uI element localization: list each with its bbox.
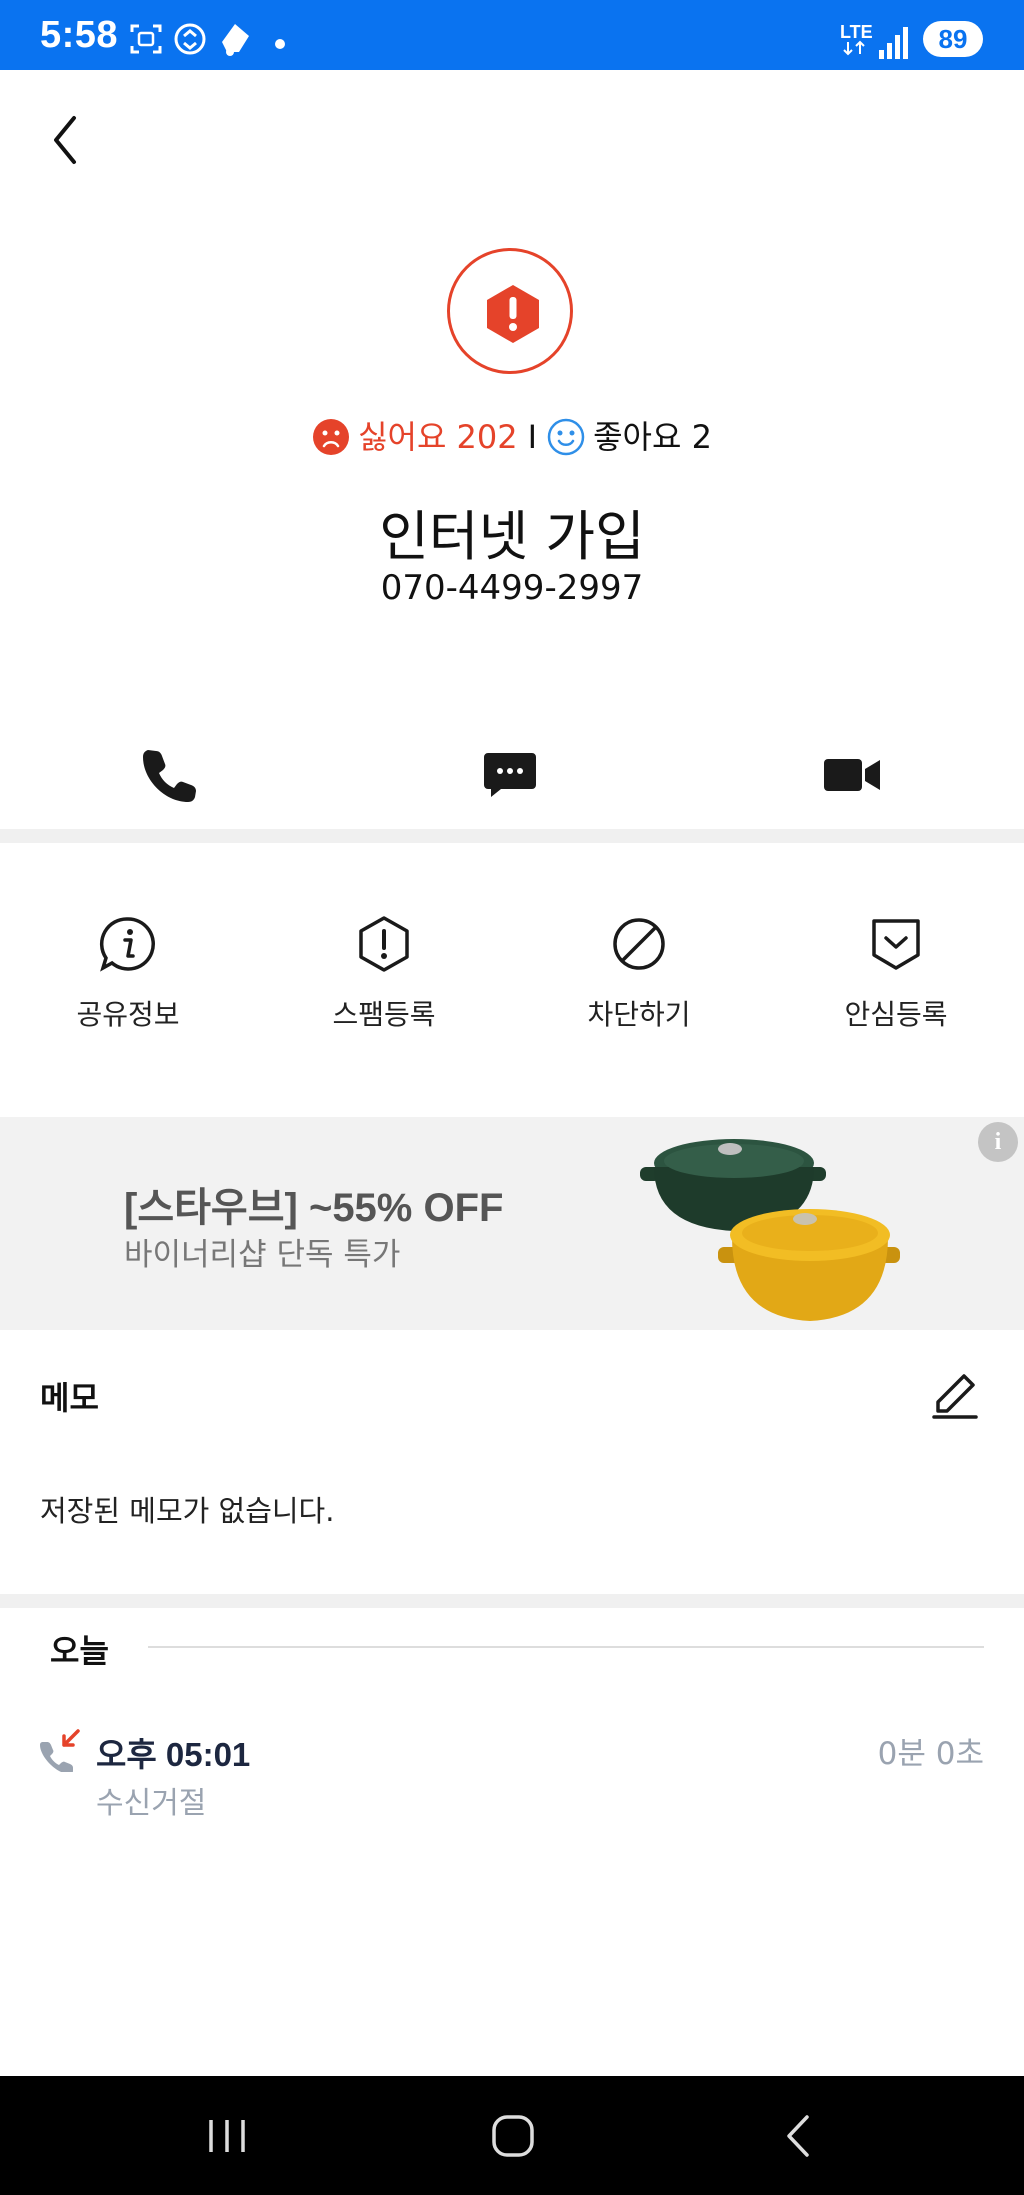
back-icon (787, 2115, 809, 2157)
rating-row: 싫어요 202 I 좋아요 2 (0, 410, 1024, 462)
screenshot-icon (130, 24, 162, 54)
phone-icon (143, 750, 196, 802)
block-icon (613, 918, 665, 970)
contact-name: 인터넷 가입 (379, 505, 645, 568)
quick-spam-report[interactable]: 스팸등록 (284, 915, 484, 1033)
history-divider-line (148, 1646, 984, 1648)
memo-edit-button[interactable] (930, 1370, 980, 1420)
cookware-product-image (640, 1139, 900, 1321)
section-divider (0, 1594, 1024, 1608)
contact-number: 070-4499-2997 (380, 568, 644, 608)
message-icon (484, 753, 536, 797)
recent-apps-button[interactable] (192, 2106, 262, 2166)
recent-apps-icon (209, 2120, 245, 2152)
rejected-call-icon (40, 1729, 80, 1772)
ad-title: [스타우브] ~55% OFF (124, 1186, 504, 1230)
system-nav-bar (0, 2076, 1024, 2195)
quick-label: 공유정보 (76, 998, 180, 1031)
app-icon (222, 24, 249, 56)
dislike-count[interactable]: 싫어요 202 (358, 418, 518, 456)
call-status: 수신거절 (96, 1786, 207, 1821)
network-type: LTE (840, 23, 873, 58)
smile-face-icon[interactable] (547, 418, 585, 456)
exclamation-hexagon-icon (487, 285, 539, 343)
quick-label: 스팸등록 (332, 998, 436, 1031)
home-button[interactable] (478, 2106, 548, 2166)
history-date-label: 오늘 (50, 1632, 109, 1670)
memo-empty-text: 저장된 메모가 없습니다. (40, 1494, 335, 1528)
sad-face-icon[interactable] (312, 418, 350, 456)
notification-dot-icon (275, 39, 285, 49)
home-icon (492, 2115, 534, 2157)
status-bar: 5:58 LTE 89 (0, 0, 1024, 70)
signal-icon (879, 27, 908, 59)
rating-separator: I (527, 418, 538, 456)
message-button[interactable] (470, 735, 550, 815)
call-time[interactable]: 오후 05:01 (96, 1728, 250, 1776)
ad-subtitle: 바이너리샵 단독 특가 (124, 1237, 401, 1273)
ad-banner[interactable]: [스타우브] ~55% OFF 바이너리샵 단독 특가 (0, 1117, 1024, 1330)
quick-safe-register[interactable]: 안심등록 (796, 915, 996, 1033)
info-icon (99, 917, 155, 972)
quick-block[interactable]: 차단하기 (539, 915, 739, 1033)
video-call-button[interactable] (812, 735, 892, 815)
spam-warning-badge (447, 248, 573, 374)
status-time: 5:58 (40, 14, 119, 56)
call-duration: 0분 0초 (877, 1736, 984, 1772)
battery-indicator: 89 (923, 21, 983, 57)
data-saver-icon (174, 23, 206, 55)
chevron-left-icon (54, 116, 76, 164)
safe-register-icon (872, 919, 920, 970)
call-button[interactable] (130, 735, 210, 815)
system-back-button[interactable] (764, 2106, 834, 2166)
back-button[interactable] (40, 110, 90, 170)
quick-share-info[interactable]: 공유정보 (28, 915, 228, 1033)
memo-title: 메모 (40, 1379, 99, 1417)
pencil-icon (932, 1374, 978, 1419)
section-divider (0, 829, 1024, 843)
quick-label: 차단하기 (587, 998, 691, 1031)
quick-label: 안심등록 (844, 998, 948, 1031)
video-call-icon (824, 759, 880, 791)
ad-info-button[interactable]: i (978, 1122, 1018, 1162)
like-count[interactable]: 좋아요 2 (593, 418, 712, 456)
spam-report-icon (359, 916, 409, 972)
